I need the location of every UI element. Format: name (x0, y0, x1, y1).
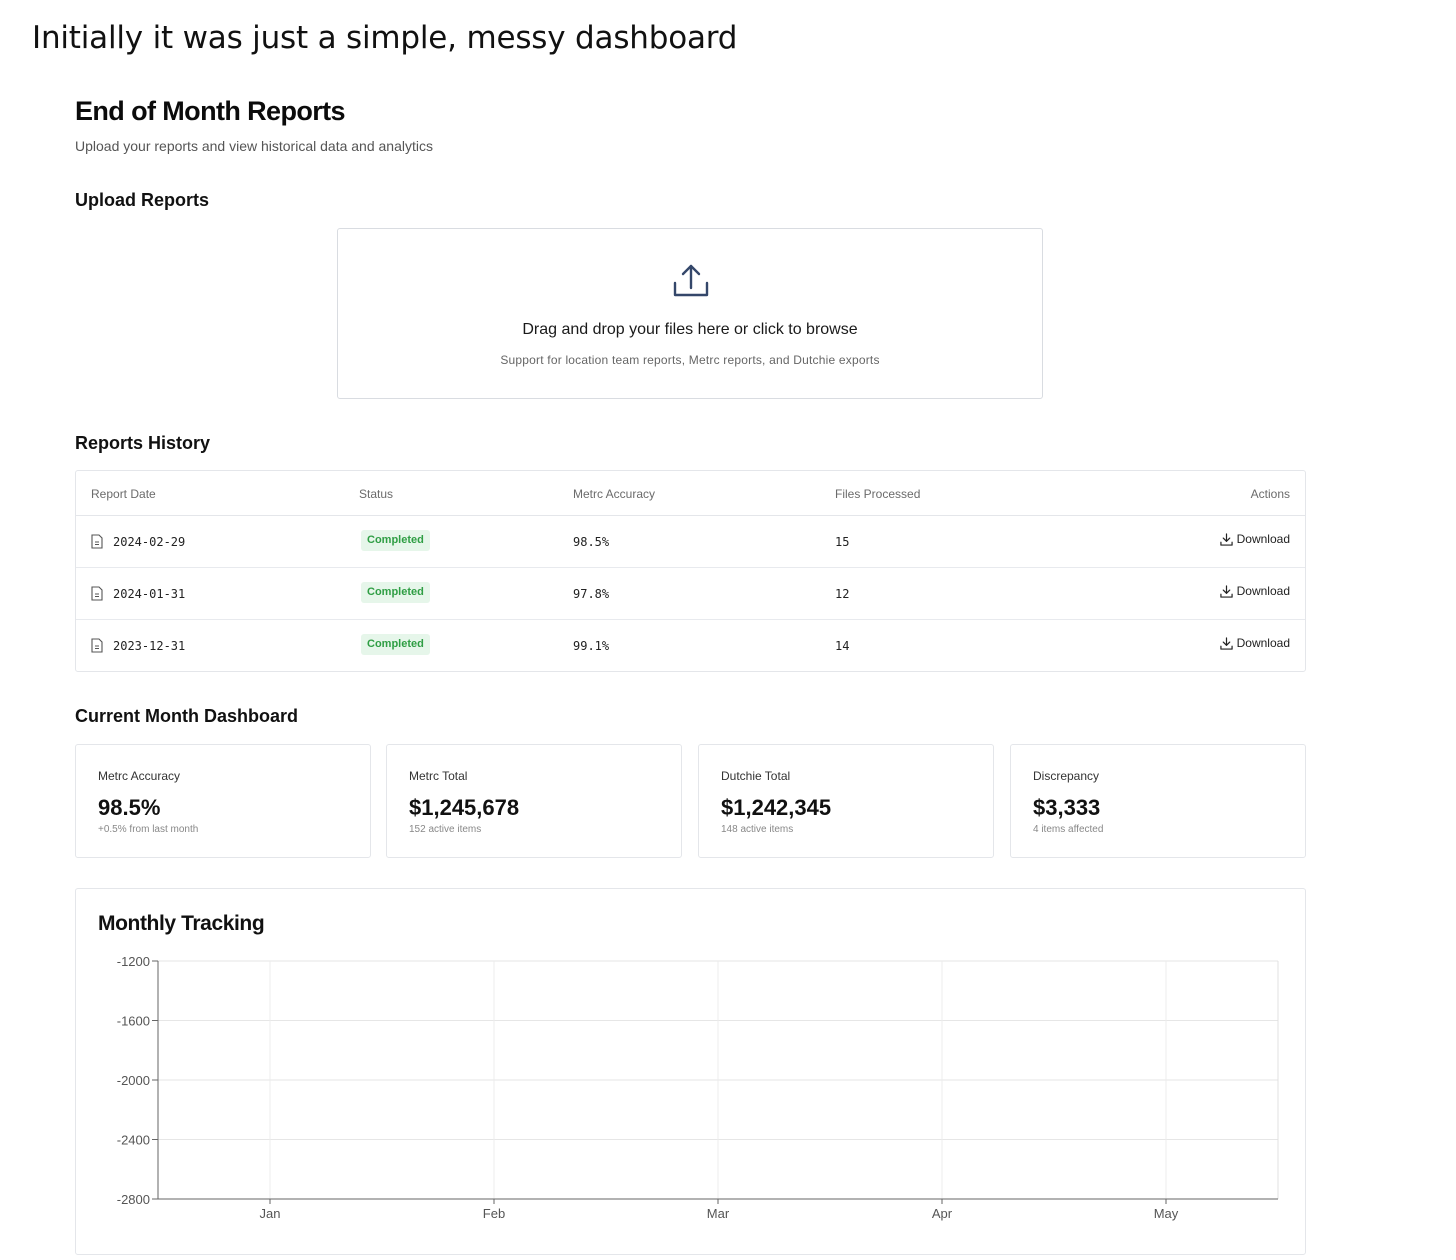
metric-value: $3,333 (1033, 795, 1101, 820)
upload-subtitle: Support for location team reports, Metrc… (500, 353, 880, 367)
x-tick-label: Feb (483, 1206, 505, 1221)
upload-title: Drag and drop your files here or click t… (522, 321, 858, 338)
table-row[interactable]: 2024-01-31 Completed 97.8% 12 Download (76, 568, 1305, 620)
column-header-accuracy[interactable]: Metrc Accuracy (573, 487, 655, 501)
x-tick-label: Apr (932, 1206, 953, 1221)
metric-value: $1,245,678 (409, 795, 520, 820)
download-button[interactable]: Download (1219, 584, 1290, 598)
files-processed: 12 (835, 587, 850, 601)
file-icon (91, 586, 103, 601)
download-icon (1219, 532, 1233, 546)
dashboard-section-title: Current Month Dashboard (75, 706, 298, 726)
report-date: 2024-02-29 (113, 535, 186, 549)
status-badge: Completed (361, 530, 430, 551)
download-icon (1219, 636, 1233, 650)
metric-value: 98.5% (98, 795, 161, 820)
metrc-accuracy: 97.8% (573, 587, 610, 601)
monthly-tracking-chart-card: Monthly Tracking -1200 -1600 -2000 -2400 -28… (75, 888, 1306, 1255)
metric-label: Discrepancy (1033, 769, 1100, 783)
y-tick-label: -1200 (117, 954, 150, 969)
report-date: 2023-12-31 (113, 639, 186, 653)
status-badge: Completed (361, 634, 430, 655)
page-title: End of Month Reports (75, 96, 346, 126)
download-label: Download (1236, 532, 1290, 546)
caption: Initially it was just a simple, messy da… (32, 20, 738, 56)
metric-subtext: 148 active items (721, 824, 794, 835)
column-header-files[interactable]: Files Processed (835, 487, 920, 501)
table-row[interactable]: 2023-12-31 Completed 99.1% 14 Download (76, 620, 1305, 672)
metric-subtext: 4 items affected (1033, 824, 1104, 835)
status-badge: Completed (361, 582, 430, 603)
history-section-title: Reports History (75, 433, 211, 453)
download-label: Download (1236, 584, 1290, 598)
column-header-status[interactable]: Status (359, 487, 393, 501)
metric-card-metrc-total: Metrc Total $1,245,678 152 active items (386, 744, 682, 858)
metric-label: Metrc Accuracy (98, 769, 181, 783)
metrc-accuracy: 99.1% (573, 639, 610, 653)
y-tick-label: -2800 (117, 1192, 150, 1207)
metrc-accuracy: 98.5% (573, 535, 610, 549)
upload-icon (673, 264, 709, 297)
x-tick-label: May (1154, 1206, 1179, 1221)
download-icon (1219, 584, 1233, 598)
download-button[interactable]: Download (1219, 636, 1290, 650)
files-processed: 14 (835, 639, 850, 653)
metric-card-discrepancy: Discrepancy $3,333 4 items affected (1010, 744, 1306, 858)
y-tick-label: -2400 (117, 1133, 150, 1148)
y-tick-label: -2000 (117, 1073, 150, 1088)
files-processed: 15 (835, 535, 850, 549)
column-header-actions: Actions (1250, 487, 1290, 501)
file-icon (91, 534, 103, 549)
x-tick-label: Jan (260, 1206, 281, 1221)
file-icon (91, 638, 103, 653)
metric-subtext: 152 active items (409, 824, 482, 835)
table-header: Report Date Status Metrc Accuracy Files … (76, 471, 1305, 516)
upload-dropzone[interactable]: Drag and drop your files here or click t… (337, 228, 1043, 399)
page-subtitle: Upload your reports and view historical … (75, 138, 433, 154)
x-tick-label: Mar (707, 1206, 730, 1221)
metric-card-metrc-accuracy: Metrc Accuracy 98.5% +0.5% from last mon… (75, 744, 371, 858)
metric-label: Dutchie Total (721, 769, 791, 783)
upload-section-title: Upload Reports (75, 190, 210, 210)
metric-card-dutchie-total: Dutchie Total $1,242,345 148 active item… (698, 744, 994, 858)
metric-subtext: +0.5% from last month (98, 824, 199, 835)
column-header-report-date[interactable]: Report Date (91, 487, 156, 501)
metric-value: $1,242,345 (721, 795, 832, 820)
download-button[interactable]: Download (1219, 532, 1290, 546)
metric-label: Metrc Total (409, 769, 468, 783)
monthly-tracking-chart: -1200 -1600 -2000 -2400 -2800 Jan Feb Mar Apr May (117, 954, 1279, 1221)
report-date: 2024-01-31 (113, 587, 186, 601)
download-label: Download (1236, 636, 1290, 650)
table-row[interactable]: 2024-02-29 Completed 98.5% 15 Download (76, 516, 1305, 568)
y-tick-label: -1600 (117, 1014, 150, 1029)
reports-history-table: Report Date Status Metrc Accuracy Files … (75, 470, 1306, 672)
